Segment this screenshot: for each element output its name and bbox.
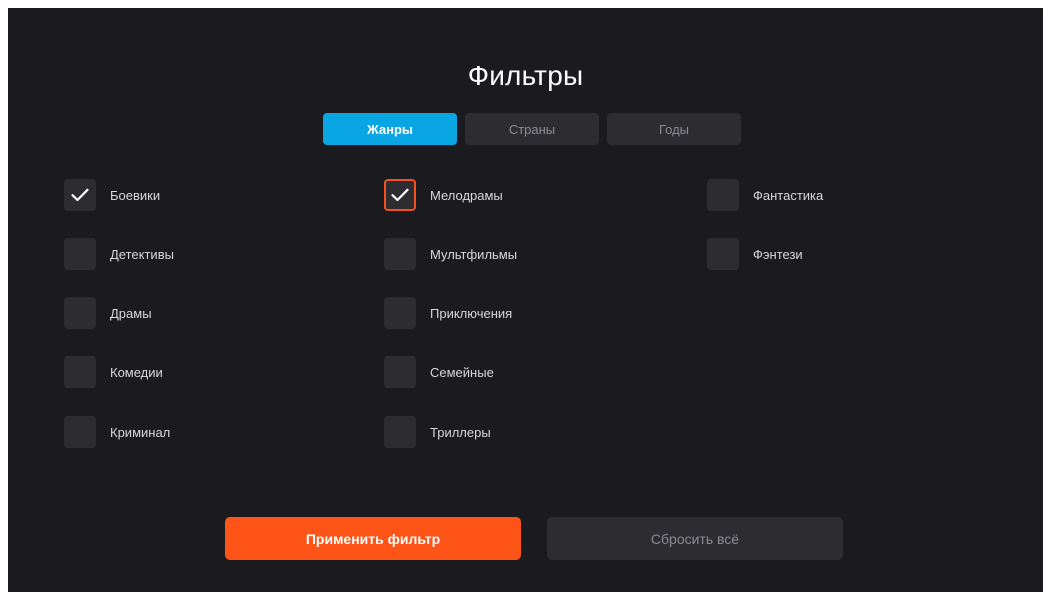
genre-checkbox[interactable] (64, 416, 96, 448)
genre-item-multfilmy[interactable]: Мультфильмы (384, 238, 517, 270)
tab-genres[interactable]: Жанры (323, 113, 457, 145)
genre-label: Семейные (430, 364, 494, 380)
page-title: Фильтры (467, 60, 584, 91)
genre-checkbox[interactable] (64, 356, 96, 388)
genre-checkbox[interactable] (384, 238, 416, 270)
genre-label: Драмы (110, 305, 152, 321)
genre-label: Криминал (110, 424, 171, 440)
genre-checkbox[interactable] (64, 297, 96, 329)
genre-item-trillery[interactable]: Триллеры (384, 416, 491, 448)
filter-tabs: Жанры Страны Годы (323, 113, 741, 145)
check-icon (391, 188, 409, 202)
genre-item-boeviki[interactable]: Боевики (64, 179, 160, 211)
genre-item-melodramy[interactable]: Мелодрамы (384, 179, 503, 211)
genre-item-kriminal[interactable]: Криминал (64, 416, 170, 448)
genre-checkbox[interactable] (707, 179, 739, 211)
check-icon (71, 188, 89, 202)
genre-checkbox[interactable] (384, 297, 416, 329)
genre-label: Приключения (430, 305, 513, 321)
genre-label: Мультфильмы (430, 246, 518, 262)
genre-label: Фэнтези (753, 246, 803, 262)
genre-label: Фантастика (753, 187, 824, 203)
genre-label: Детективы (110, 246, 174, 262)
apply-filter-button[interactable]: Применить фильтр (225, 517, 521, 560)
tab-countries[interactable]: Страны (465, 113, 599, 145)
genre-checkbox[interactable] (707, 238, 739, 270)
filters-screen: Фильтры Жанры Страны Годы Боевики Детект… (8, 8, 1043, 592)
genre-item-fantastika[interactable]: Фантастика (707, 179, 823, 211)
genre-label: Триллеры (430, 424, 491, 440)
genre-checkbox[interactable] (384, 356, 416, 388)
reset-all-button[interactable]: Сбросить всё (547, 517, 843, 560)
genre-checkbox[interactable] (384, 179, 416, 211)
genre-label: Боевики (110, 187, 161, 203)
genre-label: Комедии (110, 364, 163, 380)
genre-list: Боевики Детективы Драмы Комедии Криминал… (64, 179, 1024, 479)
genre-item-priklyucheniya[interactable]: Приключения (384, 297, 512, 329)
genre-item-detektivy[interactable]: Детективы (64, 238, 174, 270)
genre-item-semeynye[interactable]: Семейные (384, 356, 494, 388)
genre-checkbox[interactable] (64, 179, 96, 211)
genre-label: Мелодрамы (430, 187, 503, 203)
genre-item-komedii[interactable]: Комедии (64, 356, 163, 388)
genre-item-dramy[interactable]: Драмы (64, 297, 152, 329)
genre-checkbox[interactable] (64, 238, 96, 270)
tab-years[interactable]: Годы (607, 113, 741, 145)
genre-item-fentezi[interactable]: Фэнтези (707, 238, 803, 270)
genre-checkbox[interactable] (384, 416, 416, 448)
